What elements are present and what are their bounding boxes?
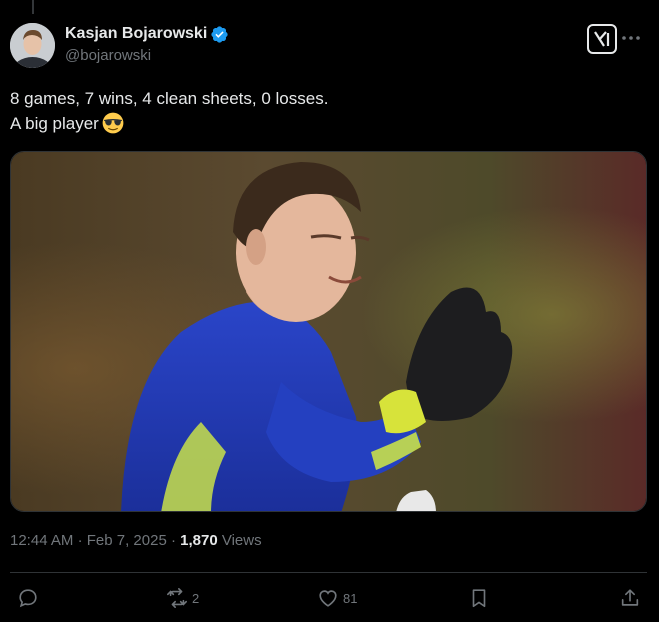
more-options-button[interactable] bbox=[619, 28, 643, 48]
repost-icon bbox=[167, 588, 187, 608]
like-button[interactable]: 81 bbox=[317, 585, 357, 611]
share-icon bbox=[621, 589, 639, 606]
avatar[interactable] bbox=[10, 23, 55, 68]
tweet-text-line-2-text: A big player bbox=[10, 114, 99, 133]
tweet-meta: 12:44 AM · Feb 7, 2025 · 1,870 Views bbox=[10, 531, 262, 551]
tweet-text: 8 games, 7 wins, 4 clean sheets, 0 losse… bbox=[10, 86, 328, 136]
grok-button[interactable] bbox=[587, 24, 617, 54]
tweet-time[interactable]: 12:44 AM bbox=[10, 532, 73, 549]
like-count: 81 bbox=[343, 590, 358, 606]
author-name[interactable]: Kasjan Bojarowski bbox=[65, 24, 207, 44]
tweet-date[interactable]: Feb 7, 2025 bbox=[87, 532, 167, 549]
reply-button[interactable] bbox=[17, 585, 43, 611]
meta-separator: · bbox=[77, 532, 83, 549]
repost-count: 2 bbox=[192, 590, 200, 606]
grok-icon bbox=[594, 31, 610, 47]
thread-connector-line bbox=[32, 0, 34, 14]
verified-badge-icon bbox=[211, 25, 228, 43]
action-bar: 2 81 bbox=[0, 585, 659, 611]
bookmark-icon bbox=[472, 589, 486, 608]
heart-icon bbox=[319, 590, 337, 607]
sunglasses-emoji-icon bbox=[102, 112, 124, 134]
views-label: Views bbox=[221, 532, 262, 549]
divider bbox=[10, 572, 647, 573]
more-horizontal-icon bbox=[622, 36, 640, 40]
display-name[interactable]: Kasjan Bojarowski bbox=[65, 24, 229, 44]
views-count: 1,870 bbox=[180, 532, 218, 549]
repost-button[interactable]: 2 bbox=[166, 585, 199, 611]
tweet-photo[interactable] bbox=[10, 151, 647, 512]
share-button[interactable] bbox=[619, 585, 641, 611]
reply-icon bbox=[19, 589, 37, 608]
tweet-header: Kasjan Bojarowski @bojarowski bbox=[10, 20, 643, 70]
tweet-text-line-2: A big player bbox=[10, 111, 328, 136]
goalkeeper-photo bbox=[11, 152, 646, 511]
tweet-text-line-1: 8 games, 7 wins, 4 clean sheets, 0 losse… bbox=[10, 89, 329, 108]
bookmark-button[interactable] bbox=[468, 585, 490, 611]
user-block: Kasjan Bojarowski @bojarowski bbox=[65, 24, 229, 65]
meta-separator-2: · bbox=[170, 532, 176, 549]
author-handle[interactable]: @bojarowski bbox=[65, 47, 229, 65]
